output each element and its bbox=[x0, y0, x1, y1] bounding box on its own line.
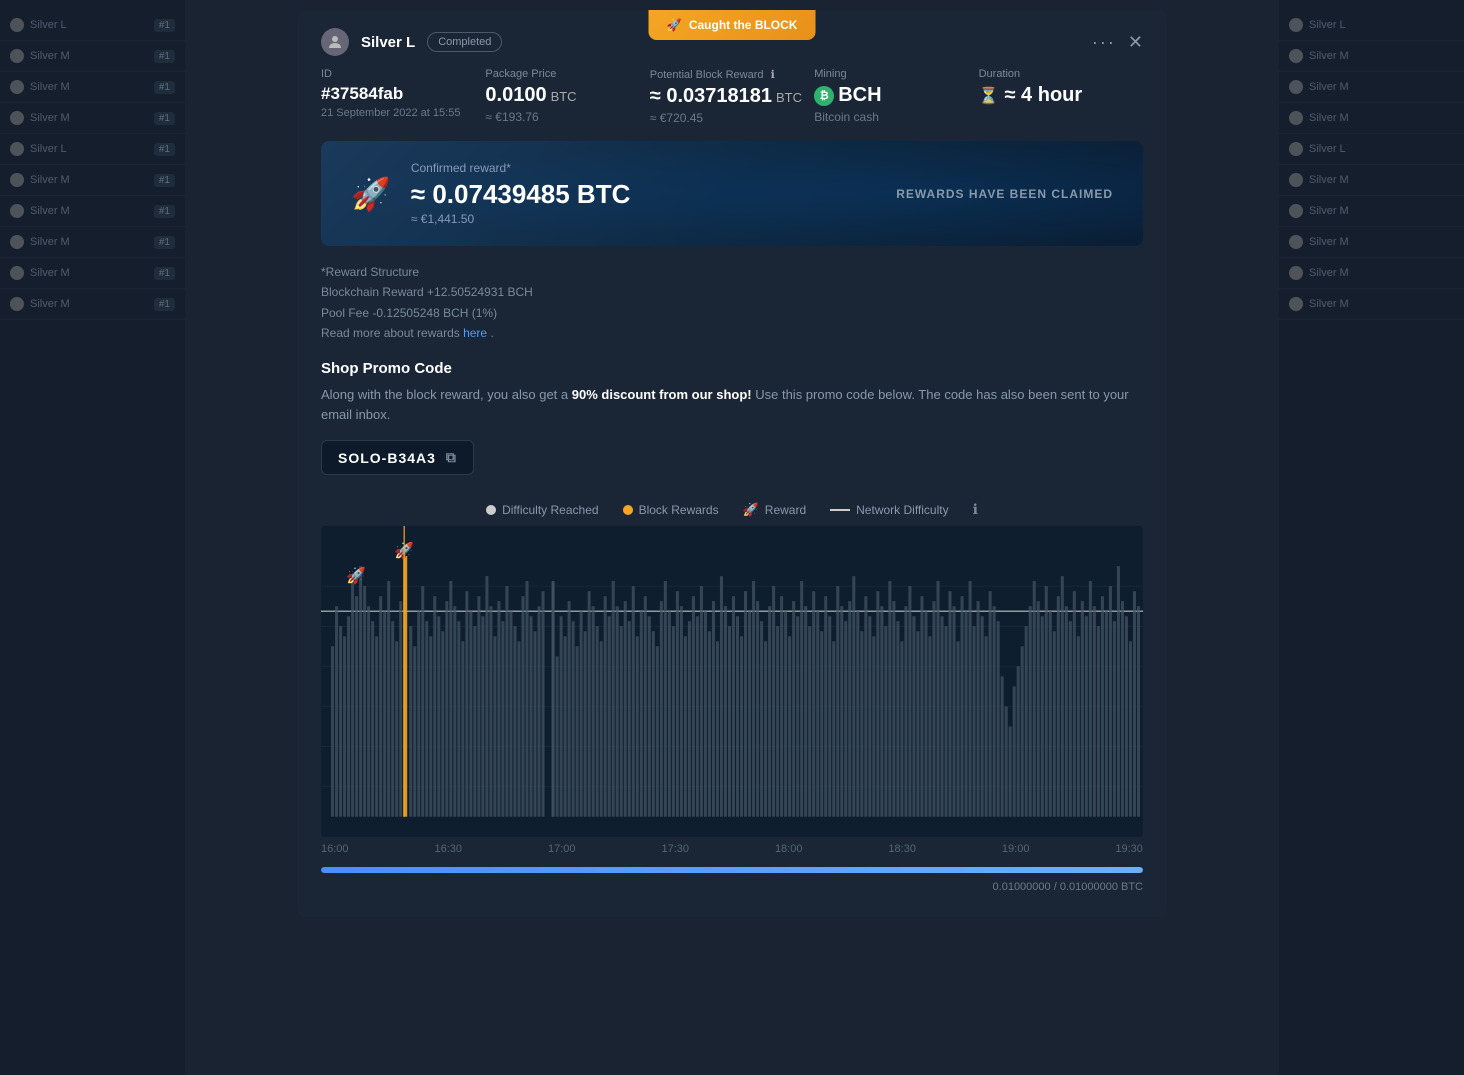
reward-legend-label: Reward bbox=[765, 503, 806, 517]
info-potential-block: Potential Block Reward ℹ ≈ 0.03718181BTC… bbox=[650, 68, 814, 125]
reward-text: Confirmed reward* ≈ 0.07439485 BTC ≈ €1,… bbox=[411, 161, 631, 226]
potential-unit: BTC bbox=[776, 90, 802, 105]
info-duration-block: Duration ⏳ ≈ 4 hour bbox=[979, 68, 1143, 125]
time-label: 17:30 bbox=[661, 843, 689, 855]
network-difficulty-indicator bbox=[830, 509, 850, 511]
modal-controls: ··· ✕ bbox=[1092, 32, 1143, 53]
time-label: 16:30 bbox=[434, 843, 462, 855]
reward-rocket-icon: 🚀 bbox=[351, 175, 391, 213]
difficulty-reached-label: Difficulty Reached bbox=[502, 503, 599, 517]
promo-desc: Along with the block reward, you also ge… bbox=[321, 385, 1143, 427]
hourglass-icon: ⏳ bbox=[979, 86, 999, 106]
package-unit: BTC bbox=[551, 89, 577, 104]
promo-code-value: SOLO-B34A3 bbox=[338, 450, 436, 466]
copy-button[interactable]: ⧉ bbox=[446, 449, 457, 466]
block-rewards-indicator bbox=[623, 505, 633, 515]
legend-block-rewards: Block Rewards bbox=[623, 503, 719, 517]
date-value: 21 September 2022 at 15:55 bbox=[321, 107, 485, 119]
potential-label: Potential Block Reward ℹ bbox=[650, 68, 814, 81]
reward-banner: 🚀 Confirmed reward* ≈ 0.07439485 BTC ≈ €… bbox=[321, 141, 1143, 246]
network-difficulty-label: Network Difficulty bbox=[856, 503, 948, 517]
progress-bar-fill bbox=[321, 867, 1143, 873]
legend-reward: 🚀 Reward bbox=[743, 502, 807, 518]
mining-sub: Bitcoin cash bbox=[814, 110, 978, 124]
time-label: 18:00 bbox=[775, 843, 803, 855]
read-more-text: Read more about rewards here . bbox=[321, 323, 1143, 343]
chart-rocket-1: 🚀 bbox=[346, 566, 366, 585]
chart-svg: 🚀 🚀 bbox=[321, 526, 1143, 837]
promo-discount: 90% discount from our shop! bbox=[572, 387, 752, 402]
avatar bbox=[321, 28, 349, 56]
id-value: #37584fab bbox=[321, 84, 485, 104]
modal: 🚀 Caught the BLOCK Silver L Completed ··… bbox=[297, 10, 1167, 917]
more-options-button[interactable]: ··· bbox=[1092, 32, 1116, 53]
info-id-block: ID #37584fab 21 September 2022 at 15:55 bbox=[321, 68, 485, 125]
potential-eur: ≈ €720.45 bbox=[650, 111, 814, 125]
reward-structure-title: *Reward Structure bbox=[321, 262, 1143, 282]
banner-text: Caught the BLOCK bbox=[689, 18, 798, 32]
progress-bar-container bbox=[321, 867, 1143, 873]
mining-label: Mining bbox=[814, 68, 978, 80]
time-label: 17:00 bbox=[548, 843, 576, 855]
reward-rocket-legend-icon: 🚀 bbox=[743, 502, 759, 518]
info-mining-block: Mining ₿ BCH Bitcoin cash bbox=[814, 68, 978, 125]
block-rewards-label: Block Rewards bbox=[639, 503, 719, 517]
modal-info-grid: ID #37584fab 21 September 2022 at 15:55 … bbox=[297, 68, 1167, 141]
banner-rocket-icon: 🚀 bbox=[667, 18, 682, 32]
info-icon[interactable]: ℹ bbox=[771, 69, 775, 81]
close-button[interactable]: ✕ bbox=[1128, 33, 1143, 51]
time-label: 18:30 bbox=[888, 843, 916, 855]
time-label: 16:00 bbox=[321, 843, 349, 855]
promo-code-box: SOLO-B34A3 ⧉ bbox=[321, 440, 474, 475]
bch-icon: ₿ bbox=[814, 86, 834, 106]
reward-eur: ≈ €1,441.50 bbox=[411, 212, 631, 226]
legend-network-difficulty: Network Difficulty bbox=[830, 503, 948, 517]
read-more-link[interactable]: here bbox=[463, 326, 487, 340]
user-name: Silver L bbox=[361, 34, 415, 51]
duration-value: ⏳ ≈ 4 hour bbox=[979, 84, 1143, 107]
potential-value: ≈ 0.03718181BTC bbox=[650, 85, 814, 108]
reward-structure-section: *Reward Structure Blockchain Reward +12.… bbox=[297, 262, 1167, 360]
time-label: 19:30 bbox=[1115, 843, 1143, 855]
mining-value: ₿ BCH bbox=[814, 84, 978, 107]
status-badge: Completed bbox=[427, 32, 502, 52]
package-value: 0.0100BTC bbox=[485, 84, 649, 107]
modal-backdrop: 🚀 Caught the BLOCK Silver L Completed ··… bbox=[0, 0, 1464, 1075]
difficulty-reached-indicator bbox=[486, 505, 496, 515]
pool-fee: Pool Fee -0.12505248 BCH (1%) bbox=[321, 303, 1143, 323]
reward-claimed-label: REWARDS HAVE BEEN CLAIMED bbox=[896, 187, 1113, 201]
bottom-value: 0.01000000 / 0.01000000 BTC bbox=[297, 877, 1167, 897]
package-label: Package Price bbox=[485, 68, 649, 80]
info-package-block: Package Price 0.0100BTC ≈ €193.76 bbox=[485, 68, 649, 125]
package-eur: ≈ €193.76 bbox=[485, 110, 649, 124]
time-axis: 16:00 16:30 17:00 17:30 18:00 18:30 19:0… bbox=[297, 837, 1167, 859]
blockchain-reward: Blockchain Reward +12.50524931 BCH bbox=[321, 282, 1143, 302]
chart-container: 🚀 🚀 bbox=[321, 526, 1143, 837]
reward-amount: ≈ 0.07439485 BTC bbox=[411, 179, 631, 210]
confirmed-reward-label: Confirmed reward* bbox=[411, 161, 631, 175]
id-label: ID bbox=[321, 68, 485, 80]
promo-section: Shop Promo Code Along with the block rew… bbox=[297, 360, 1167, 492]
mining-currency: BCH bbox=[838, 84, 881, 107]
caught-banner: 🚀 Caught the BLOCK bbox=[649, 10, 816, 40]
legend-difficulty-reached: Difficulty Reached bbox=[486, 503, 599, 517]
duration-label: Duration bbox=[979, 68, 1143, 80]
chart-legend: Difficulty Reached Block Rewards 🚀 Rewar… bbox=[297, 491, 1167, 526]
promo-title: Shop Promo Code bbox=[321, 360, 1143, 377]
time-label: 19:00 bbox=[1002, 843, 1030, 855]
chart-info-button[interactable]: ℹ bbox=[973, 501, 978, 518]
